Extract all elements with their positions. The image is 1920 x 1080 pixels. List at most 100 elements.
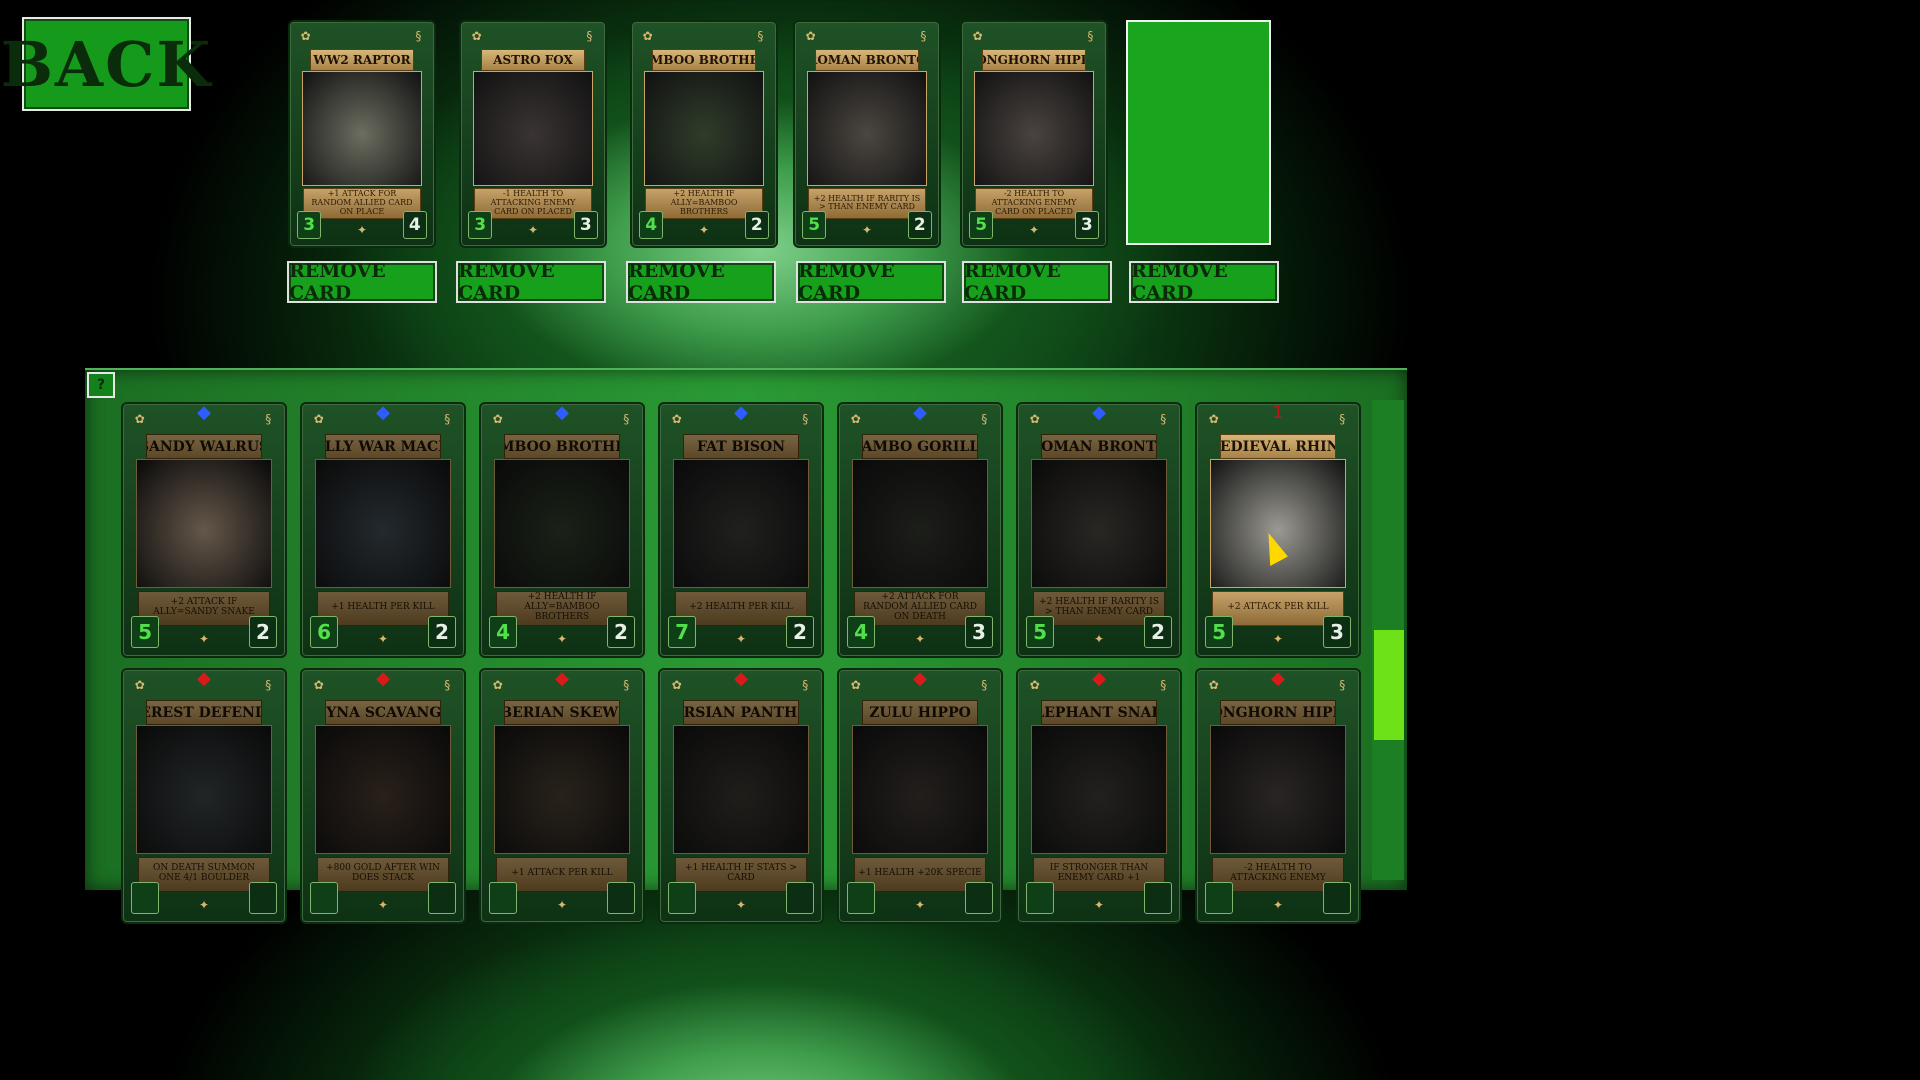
health-stat [427,882,456,915]
card[interactable]: ✿§BAMBOO BROTHERS+2 HEALTH IF ALLY=BAMBO… [630,20,778,248]
card[interactable]: ✿§◆SIBERIAN SKEWER+1 ATTACK PER KILL✦ [479,668,645,924]
card[interactable]: ✿§◆ELEPHANT SNAKEIF STRONGER THAN ENEMY … [1016,668,1182,924]
remove-card-button[interactable]: REMOVE CARD [287,260,437,304]
health-stat [248,882,277,915]
attack-stat [668,882,697,915]
card-name: ELEPHANT SNAKE [1040,700,1158,725]
card-name: SIBERIAN SKEWER [503,700,621,725]
emblem-icon: ✦ [735,897,747,912]
emblem-icon: ✦ [1272,631,1284,646]
card[interactable]: ✿§ROMAN BRONTO+2 HEALTH IF RARITY IS > T… [793,20,941,248]
card-name: ASTRO FOX [481,48,585,72]
emblem-icon: ✦ [377,897,389,912]
health-stat [1322,882,1351,915]
remove-card-button[interactable]: REMOVE CARD [1129,260,1279,304]
rarity-gem-icon: ◆ [1092,402,1106,423]
rarity-gem-icon: ◆ [197,402,211,423]
attack-stat: 4 [639,211,664,240]
rarity-gem-icon: ◆ [734,668,748,689]
card[interactable]: ✿§◆WOOLLY WAR MACHINE+1 HEALTH PER KILL✦… [300,402,466,658]
card-name: MEDIEVAL RHINO [1219,434,1337,459]
help-button[interactable]: ? [87,372,115,398]
paw-icon: ✿ [805,28,816,43]
card-art [1030,459,1168,588]
card-art [1209,725,1347,854]
scrollbar-thumb[interactable] [1374,630,1404,740]
emblem-icon: ✦ [735,631,747,646]
rarity-gem-icon: ◆ [1092,668,1106,689]
card-name: RAMBO GORILLA [861,434,979,459]
card[interactable]: ✿§◆LONGHORN HIPPO-2 HEALTH TO ATTACKING … [1195,668,1361,924]
card-name: ROMAN BRONTO [1040,434,1158,459]
card-art [472,71,594,186]
emblem-icon: ✦ [914,631,926,646]
empty-deck-slot[interactable] [1126,20,1271,245]
paw-icon: ✿ [642,28,653,43]
attack-stat: 5 [802,211,827,240]
health-stat: 3 [964,616,993,649]
rank-icon: § [415,28,422,43]
emblem-icon: ✦ [1093,897,1105,912]
card[interactable]: ✿§◆PERSIAN PANTHER+1 HEALTH IF STATS > C… [658,668,824,924]
remove-card-button[interactable]: REMOVE CARD [456,260,606,304]
card[interactable]: ✿§LONGHORN HIPPO-2 HEALTH TO ATTACKING E… [960,20,1108,248]
paw-icon: ✿ [492,677,503,692]
rarity-gem-icon: ◆ [913,668,927,689]
card-art [493,459,631,588]
emblem-icon: ✦ [1272,897,1284,912]
rank-icon: § [802,677,809,692]
paw-icon: ✿ [134,677,145,692]
card[interactable]: ✿§◆BAMBOO BROTHERS+2 HEALTH IF ALLY=BAMB… [479,402,645,658]
attack-stat [310,882,339,915]
attack-stat: 5 [1205,616,1234,649]
paw-icon: ✿ [671,677,682,692]
card[interactable]: ✿§◆ROMAN BRONTO+2 HEALTH IF RARITY IS > … [1016,402,1182,658]
card-name: BAMBOO BROTHERS [652,48,756,72]
health-stat: 3 [1074,211,1099,240]
rank-icon: § [623,677,630,692]
rarity-gem-icon: ◆ [555,402,569,423]
emblem-icon: ✦ [198,631,210,646]
rank-icon: § [1160,677,1167,692]
health-stat: 4 [402,211,427,240]
paw-icon: ✿ [850,677,861,692]
card[interactable]: ✿§◆HEYNA SCAVANGER+800 GOLD AFTER WIN DO… [300,668,466,924]
rank-icon: § [1339,411,1346,426]
remove-card-button[interactable]: REMOVE CARD [626,260,776,304]
card-art [851,459,989,588]
card-art [1030,725,1168,854]
paw-icon: ✿ [492,411,503,426]
card-name: WW2 RAPTOR [310,48,414,72]
card[interactable]: ✿§◆SANDY WALRUS+2 ATTACK IF ALLY=SANDY S… [121,402,287,658]
card[interactable]: ✿§1MEDIEVAL RHINO+2 ATTACK PER KILL✦53 [1195,402,1361,658]
paw-icon: ✿ [313,677,324,692]
rarity-gem-icon: ◆ [734,402,748,423]
rank-icon: § [265,411,272,426]
remove-card-button[interactable]: REMOVE CARD [796,260,946,304]
paw-icon: ✿ [972,28,983,43]
card[interactable]: ✿§◆RAMBO GORILLA+2 ATTACK FOR RANDOM ALL… [837,402,1003,658]
health-stat: 2 [606,616,635,649]
card[interactable]: ✿ § ◆ ZULU HIPPO +1 HEALTH +20K SPECIE ✦ [837,668,1003,924]
attack-stat: 6 [310,616,339,649]
paw-icon: ✿ [134,411,145,426]
card[interactable]: ✿§◆EVEREST DEFENDERON DEATH SUMMON ONE 4… [121,668,287,924]
rarity-gem-icon: ◆ [376,402,390,423]
card[interactable]: ✿ § WW2 RAPTOR +1 ATTACK FOR RANDOM ALLIED … [288,20,436,248]
card-name: LONGHORN HIPPO [982,48,1086,72]
remove-card-button[interactable]: REMOVE CARD [962,260,1112,304]
card-name: FAT BISON [682,434,800,459]
attack-stat: 5 [969,211,994,240]
card[interactable]: ✿ § ◆ FAT BISON +2 HEALTH PER KILL ✦ 7 2 [658,402,824,658]
card-art [314,725,452,854]
card-name: BAMBOO BROTHERS [503,434,621,459]
card-art [643,71,765,186]
rank-icon: § [920,28,927,43]
health-stat: 3 [573,211,598,240]
rank-icon: § [444,677,451,692]
paw-icon: ✿ [1029,677,1040,692]
card[interactable]: ✿ § ASTRO FOX -1 HEALTH TO ATTACKING ENEMY … [459,20,607,248]
back-button[interactable]: BACK [1,17,210,111]
card-name: SANDY WALRUS [145,434,263,459]
health-stat [785,882,814,915]
